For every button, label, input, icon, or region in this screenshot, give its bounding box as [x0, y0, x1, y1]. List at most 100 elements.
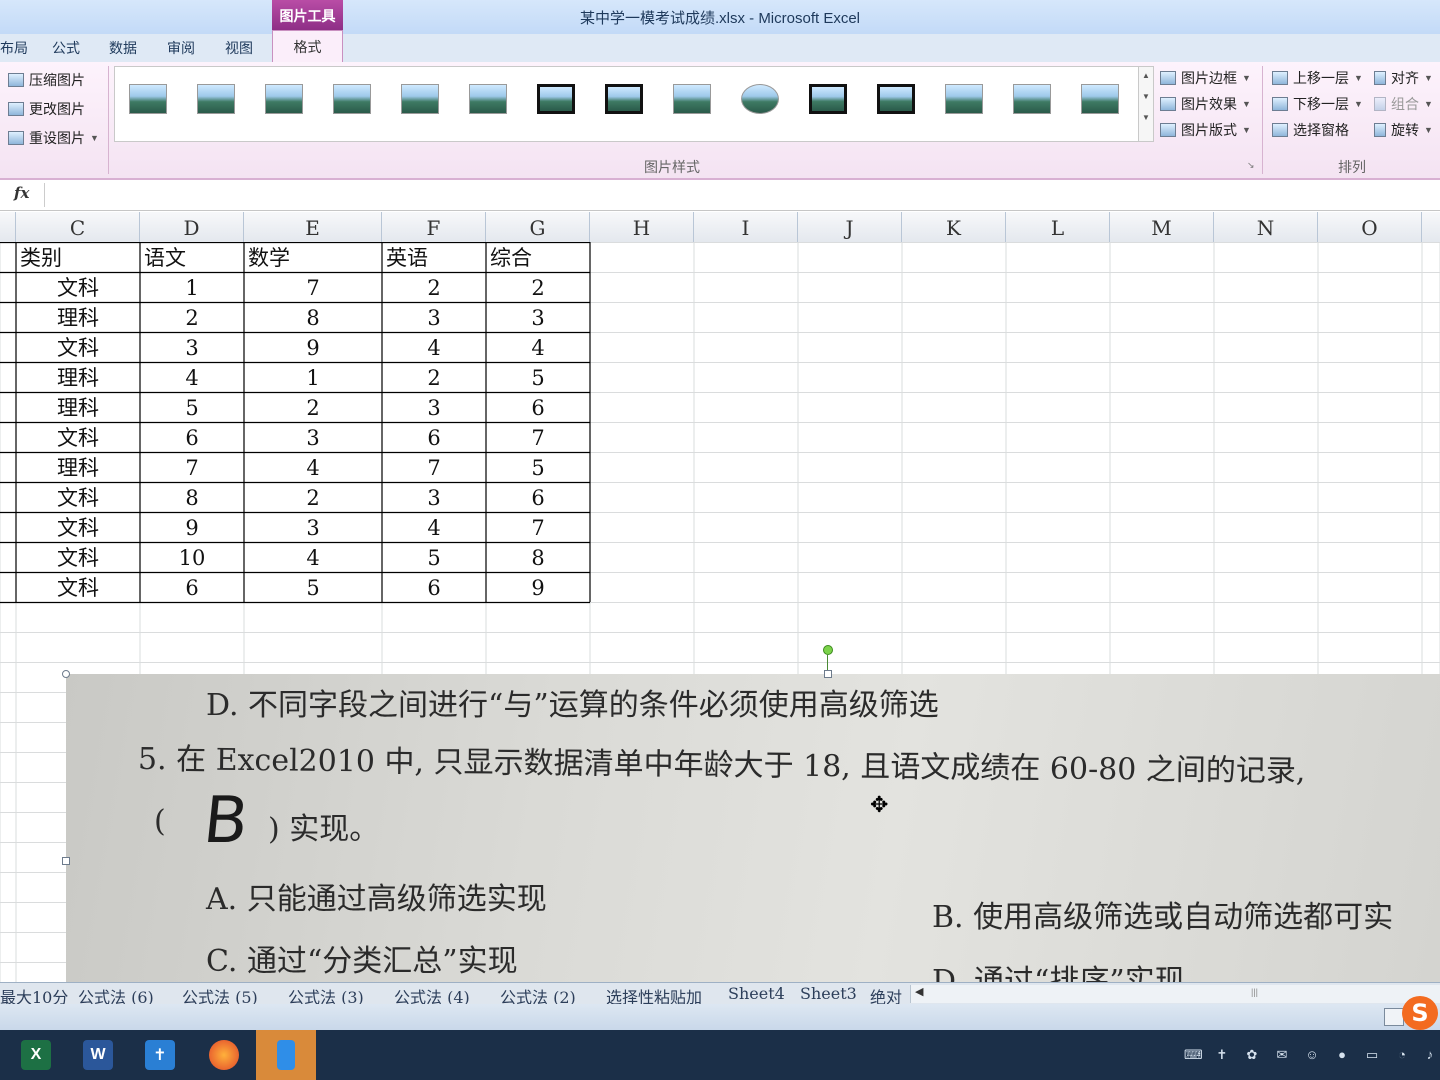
rotate-button[interactable]: 旋转 ▼ [1374, 120, 1433, 140]
column-header[interactable]: G [486, 212, 590, 242]
table-cell[interactable]: 文科 [16, 572, 140, 602]
formula-input[interactable] [44, 183, 1440, 207]
table-cell[interactable]: 6 [486, 482, 590, 512]
table-cell[interactable]: 8 [486, 542, 590, 572]
resize-handle[interactable] [62, 670, 70, 678]
table-cell[interactable]: 2 [244, 482, 382, 512]
normal-view-icon[interactable] [1384, 1008, 1404, 1026]
table-cell[interactable]: 理科 [16, 452, 140, 482]
column-header[interactable]: J [798, 212, 902, 242]
style-thumb[interactable] [605, 84, 643, 114]
tray-app-icon[interactable]: ✝ [1214, 1047, 1230, 1063]
tab-layout[interactable]: 布局 [0, 38, 28, 58]
table-cell[interactable]: 8 [244, 302, 382, 332]
tray-volume-icon[interactable]: ♪ [1422, 1047, 1438, 1063]
table-cell[interactable]: 2 [244, 392, 382, 422]
table-cell[interactable]: 2 [140, 302, 244, 332]
style-thumb[interactable] [741, 84, 779, 114]
style-thumb[interactable] [945, 84, 983, 114]
column-header[interactable]: N [1214, 212, 1318, 242]
table-cell[interactable]: 10 [140, 542, 244, 572]
sheet-tab[interactable]: Sheet3 [800, 984, 857, 1003]
group-button[interactable]: 组合 ▼ [1374, 94, 1433, 114]
table-cell[interactable]: 6 [140, 572, 244, 602]
tray-microphone-icon[interactable]: ● [1334, 1047, 1350, 1063]
table-cell[interactable]: 7 [140, 452, 244, 482]
column-header[interactable]: F [382, 212, 486, 242]
scroll-left-icon[interactable]: ◀ [915, 985, 923, 998]
table-cell[interactable]: 文科 [16, 332, 140, 362]
style-thumb[interactable] [469, 84, 507, 114]
tray-message-icon[interactable]: ✉ [1274, 1047, 1290, 1063]
tab-review[interactable]: 审阅 [167, 38, 195, 58]
table-cell[interactable]: 文科 [16, 542, 140, 572]
table-cell[interactable]: 6 [382, 422, 486, 452]
scroll-down-icon[interactable]: ▼ [1139, 92, 1153, 101]
style-thumb[interactable] [197, 84, 235, 114]
horizontal-scrollbar[interactable]: ◀ ||| [910, 985, 1440, 1003]
table-cell[interactable]: 7 [244, 272, 382, 302]
table-cell[interactable]: 1 [244, 362, 382, 392]
table-cell[interactable]: 6 [140, 422, 244, 452]
table-cell[interactable]: 7 [486, 512, 590, 542]
column-header[interactable]: L [1006, 212, 1110, 242]
table-header-cell[interactable]: 英语 [382, 242, 486, 272]
table-cell[interactable]: 9 [140, 512, 244, 542]
table-header-cell[interactable]: 类别 [16, 242, 140, 272]
table-cell[interactable]: 文科 [16, 512, 140, 542]
table-cell[interactable]: 7 [486, 422, 590, 452]
sogou-ime-icon[interactable]: S [1402, 996, 1438, 1030]
column-header[interactable]: D [140, 212, 244, 242]
table-cell[interactable]: 3 [382, 482, 486, 512]
table-cell[interactable]: 3 [382, 302, 486, 332]
selection-pane-button[interactable]: 选择窗格 [1272, 120, 1349, 140]
table-cell[interactable]: 4 [140, 362, 244, 392]
table-cell[interactable]: 7 [382, 452, 486, 482]
table-cell[interactable]: 4 [382, 332, 486, 362]
taskbar-phone[interactable] [256, 1030, 316, 1080]
insert-function-icon[interactable]: fx [14, 184, 42, 206]
table-cell[interactable]: 4 [486, 332, 590, 362]
table-cell[interactable]: 2 [486, 272, 590, 302]
table-cell[interactable]: 1 [140, 272, 244, 302]
style-thumb[interactable] [265, 84, 303, 114]
taskbar-app[interactable]: ✝ [130, 1030, 190, 1080]
style-thumb[interactable] [1013, 84, 1051, 114]
reset-picture-button[interactable]: 重设图片 ▼ [8, 128, 99, 148]
table-cell[interactable]: 6 [382, 572, 486, 602]
column-header[interactable]: H [590, 212, 694, 242]
table-cell[interactable]: 3 [486, 302, 590, 332]
tab-format[interactable]: 格式 [272, 30, 343, 62]
compress-pictures-button[interactable]: 压缩图片 [8, 70, 85, 90]
tray-wifi-icon[interactable]: ◔ [1394, 1047, 1410, 1063]
table-header-cell[interactable]: 综合 [486, 242, 590, 272]
tab-data[interactable]: 数据 [109, 38, 137, 58]
gallery-scroll[interactable]: ▲ ▼ ▼ [1138, 66, 1154, 142]
column-header[interactable]: E [244, 212, 382, 242]
table-cell[interactable]: 3 [244, 422, 382, 452]
column-header[interactable]: I [694, 212, 798, 242]
taskbar-firefox[interactable] [194, 1030, 254, 1080]
picture-border-button[interactable]: 图片边框 ▼ [1160, 68, 1251, 88]
table-cell[interactable]: 5 [244, 572, 382, 602]
tray-avatar-icon[interactable]: ☺ [1304, 1047, 1320, 1063]
table-cell[interactable]: 5 [486, 362, 590, 392]
tray-keyboard-icon[interactable]: ⌨ [1184, 1047, 1203, 1063]
gallery-more-icon[interactable]: ▼ [1139, 113, 1153, 122]
change-picture-button[interactable]: 更改图片 [8, 99, 85, 119]
picture-effects-button[interactable]: 图片效果 ▼ [1160, 94, 1251, 114]
resize-handle[interactable] [824, 670, 832, 678]
table-cell[interactable]: 2 [382, 272, 486, 302]
table-cell[interactable]: 3 [244, 512, 382, 542]
bring-forward-button[interactable]: 上移一层 ▼ [1272, 68, 1363, 88]
rotation-handle[interactable] [823, 645, 833, 655]
style-thumb[interactable] [129, 84, 167, 114]
tab-formulas[interactable]: 公式 [52, 38, 80, 58]
table-cell[interactable]: 理科 [16, 392, 140, 422]
table-cell[interactable]: 2 [382, 362, 486, 392]
table-cell[interactable]: 3 [140, 332, 244, 362]
style-thumb[interactable] [401, 84, 439, 114]
sheet-tab[interactable]: Sheet4 [728, 984, 785, 1003]
taskbar-word[interactable]: W [68, 1030, 128, 1080]
resize-handle[interactable] [62, 857, 70, 865]
